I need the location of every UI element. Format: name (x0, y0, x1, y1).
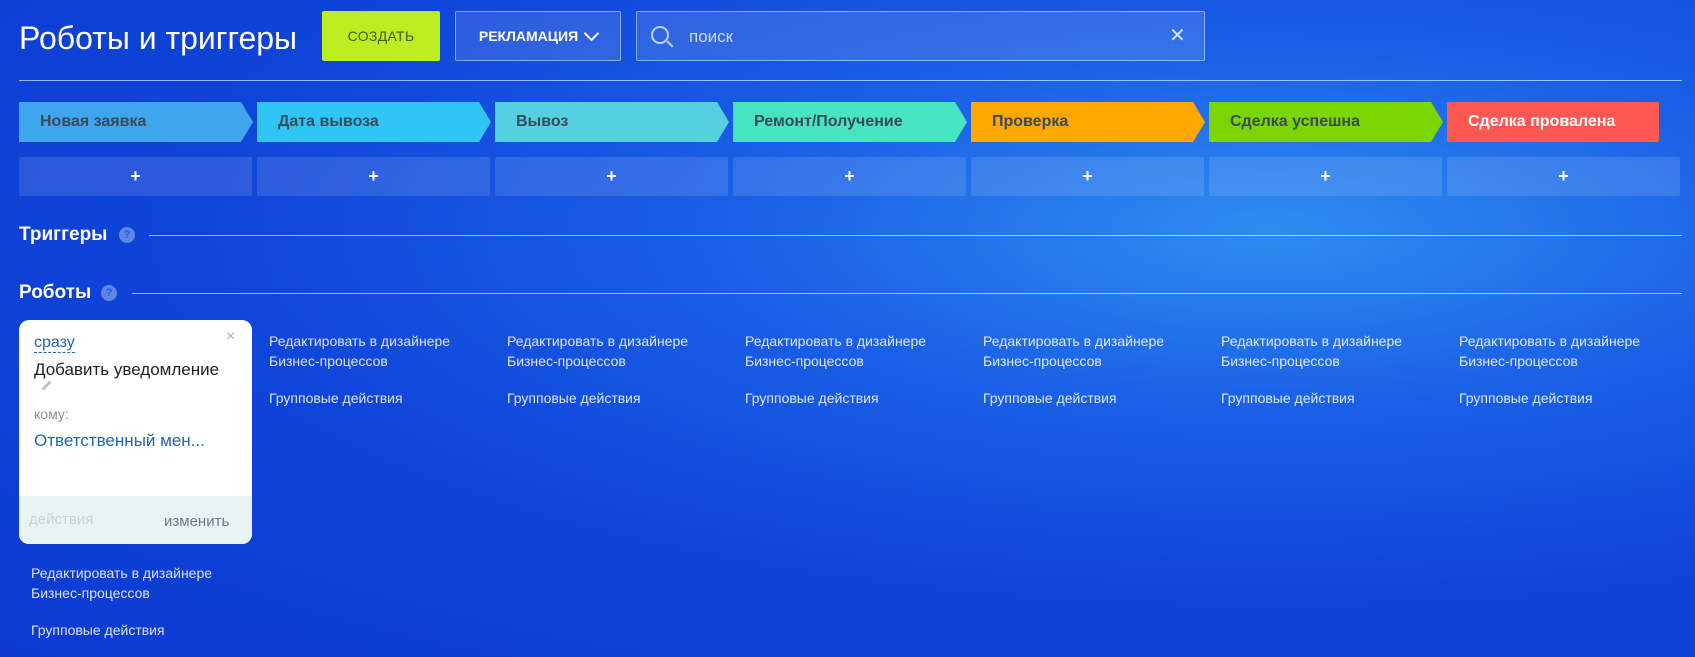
group-actions-link[interactable]: Групповые действия (507, 388, 707, 408)
robot-actions-link[interactable]: действия (29, 511, 93, 528)
robots-divider (132, 293, 1682, 294)
close-icon[interactable]: × (226, 328, 235, 346)
stage-deal-won[interactable]: Сделка успешна (1209, 102, 1443, 142)
add-trigger-button[interactable]: + (257, 157, 490, 196)
stage-check[interactable]: Проверка (971, 102, 1205, 142)
recipient-label: кому: (34, 406, 69, 422)
pencil-icon[interactable] (41, 380, 52, 391)
chevron-down-icon (583, 25, 600, 42)
page-title: Роботы и триггеры (19, 20, 298, 56)
designer-link[interactable]: Редактировать в дизайнере Бизнес-процесс… (1221, 331, 1421, 408)
add-trigger-button[interactable]: + (971, 157, 1204, 196)
category-selector[interactable]: Рекламация (455, 11, 621, 61)
designer-link[interactable]: Редактировать в дизайнере Бизнес-процесс… (1459, 331, 1659, 408)
add-trigger-button[interactable]: + (495, 157, 728, 196)
group-actions-link[interactable]: Групповые действия (1221, 388, 1421, 408)
help-icon[interactable]: ? (119, 227, 135, 243)
category-label: Рекламация (478, 28, 579, 44)
robot-delay[interactable]: сразу (34, 334, 75, 353)
robot-name: Добавить уведомление (34, 360, 220, 379)
help-icon[interactable]: ? (101, 285, 117, 301)
recipient-value: Ответственный мен... (34, 431, 205, 450)
designer-link[interactable]: Редактировать в дизайнере Бизнес-процесс… (983, 331, 1183, 408)
stage-new-request[interactable]: Новая заявка (19, 102, 253, 142)
search-input[interactable] (687, 24, 1151, 50)
search-icon (651, 26, 669, 44)
stage-repair-receipt[interactable]: Ремонт/Получение (733, 102, 967, 142)
add-trigger-button[interactable]: + (733, 157, 966, 196)
robot-edit-link[interactable]: изменить (164, 513, 229, 530)
triggers-heading: Триггеры (19, 224, 108, 245)
search-box[interactable]: ✕ (636, 11, 1205, 61)
group-actions-link[interactable]: Групповые действия (31, 620, 231, 640)
group-actions-link[interactable]: Групповые действия (983, 388, 1183, 408)
triggers-divider (149, 235, 1682, 236)
designer-link[interactable]: Редактировать в дизайнере Бизнес-процесс… (745, 331, 945, 408)
add-trigger-button[interactable]: + (19, 157, 252, 196)
designer-link[interactable]: Редактировать в дизайнере Бизнес-процесс… (507, 331, 707, 408)
designer-link[interactable]: Редактировать в дизайнере Бизнес-процесс… (31, 563, 231, 640)
stage-pickup[interactable]: Вывоз (495, 102, 729, 142)
robot-card[interactable]: сразу × Добавить уведомление кому: Ответ… (19, 320, 252, 544)
robot-card-footer: действия изменить (19, 496, 252, 544)
robots-heading: Роботы (19, 282, 92, 303)
designer-link[interactable]: Редактировать в дизайнере Бизнес-процесс… (269, 331, 469, 408)
group-actions-link[interactable]: Групповые действия (269, 388, 469, 408)
add-trigger-button[interactable]: + (1209, 157, 1442, 196)
stage-deal-lost[interactable]: Сделка провалена (1447, 102, 1659, 142)
clear-icon[interactable]: ✕ (1169, 24, 1186, 48)
stage-pickup-date[interactable]: Дата вывоза (257, 102, 491, 142)
add-trigger-button[interactable]: + (1447, 157, 1680, 196)
group-actions-link[interactable]: Групповые действия (1459, 388, 1659, 408)
create-button[interactable]: Создать (322, 11, 440, 61)
group-actions-link[interactable]: Групповые действия (745, 388, 945, 408)
header-divider (19, 80, 1682, 81)
